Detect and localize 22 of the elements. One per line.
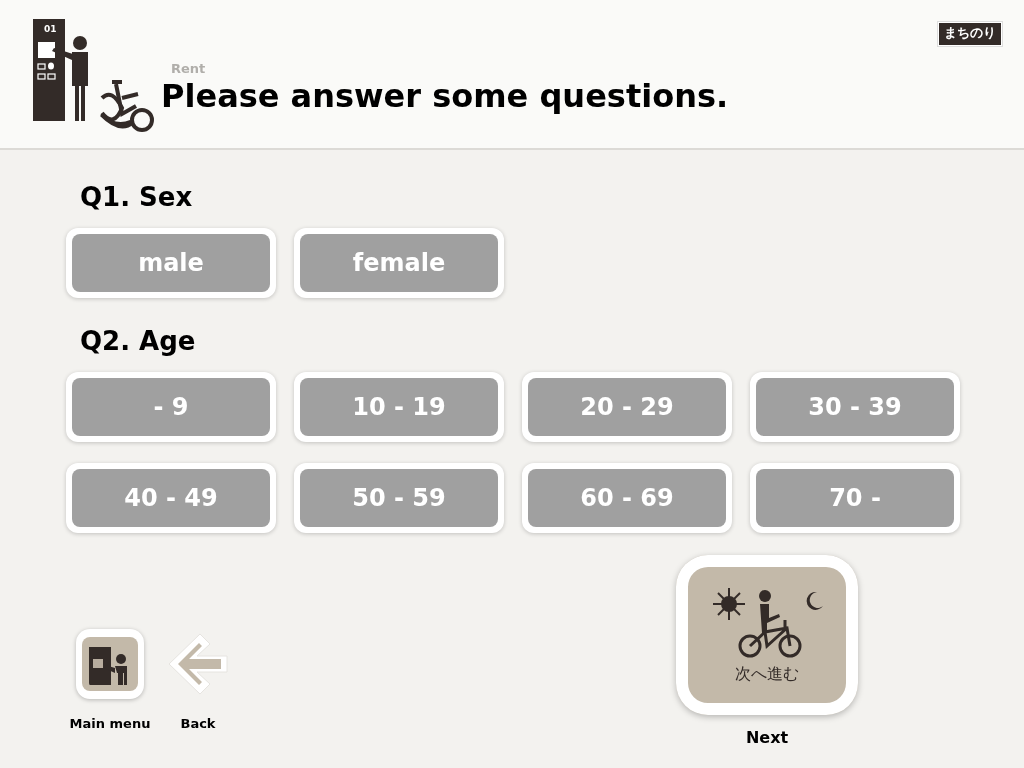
question-heading: Q1. Sex xyxy=(80,181,194,214)
answer-button[interactable]: female xyxy=(300,234,498,292)
breadcrumb: Rent xyxy=(171,61,207,77)
next-button[interactable]: 次へ進む xyxy=(676,555,858,715)
answer-button[interactable]: 70 - xyxy=(756,469,954,527)
main-menu-button[interactable] xyxy=(76,629,144,699)
answer-button[interactable]: 50 - 59 xyxy=(300,469,498,527)
answer-button[interactable]: 40 - 49 xyxy=(72,469,270,527)
answer-button[interactable]: - 9 xyxy=(72,378,270,436)
answer-button[interactable]: 10 - 19 xyxy=(300,378,498,436)
main-menu-label: Main menu xyxy=(69,716,151,732)
kiosk-person-icon xyxy=(82,637,138,691)
logo: まちのり xyxy=(938,22,1002,46)
answer-button[interactable]: male xyxy=(72,234,270,292)
back-label: Back xyxy=(180,716,216,732)
question-heading: Q2. Age xyxy=(80,325,197,358)
kiosk-number: 01 xyxy=(44,24,57,34)
answer-button[interactable]: 30 - 39 xyxy=(756,378,954,436)
page-title: Please answer some questions. xyxy=(161,77,729,115)
next-label: Next xyxy=(745,728,789,747)
answer-button[interactable]: 60 - 69 xyxy=(528,469,726,527)
answer-button[interactable]: 20 - 29 xyxy=(528,378,726,436)
